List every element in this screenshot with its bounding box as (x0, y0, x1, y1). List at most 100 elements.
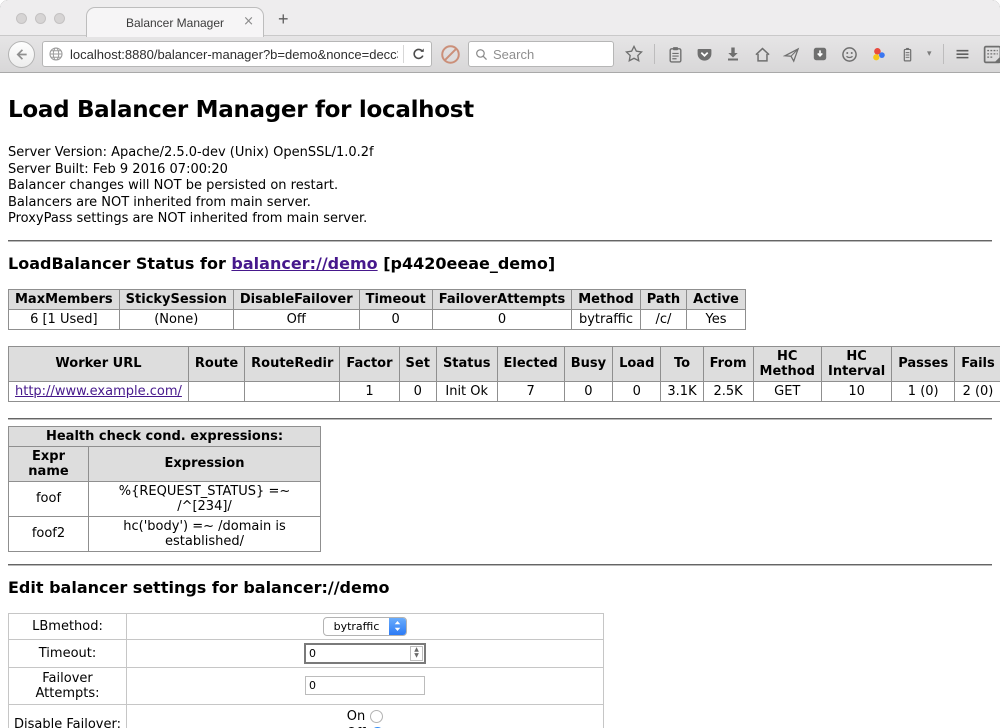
new-tab-button[interactable]: + (278, 9, 289, 30)
col-disablefailover: DisableFailover (233, 289, 359, 309)
divider (8, 418, 992, 420)
cell-maxmembers: 6 [1 Used] (9, 309, 120, 329)
tab-bar: Balancer Manager × + (0, 0, 1000, 36)
cell-status: Init Ok (436, 381, 497, 401)
health-check-table: Health check cond. expressions: Expr nam… (8, 426, 321, 552)
pocket-icon[interactable] (695, 45, 713, 63)
failover-off-option: Off (131, 725, 599, 728)
url-text[interactable]: localhost:8880/balancer-manager?b=demo&n… (70, 47, 398, 62)
bookmarks-sidebar-icon[interactable] (981, 43, 1000, 65)
off-label: Off (346, 725, 365, 728)
cell-busy: 0 (564, 381, 612, 401)
divider (8, 564, 992, 566)
cell-to: 3.1K (661, 381, 703, 401)
on-label: On (347, 708, 365, 725)
timeout-row: Timeout: 0 ▲▼ (9, 639, 604, 667)
downloads-icon[interactable] (724, 45, 742, 63)
edit-balancer-form: LBmethod: bytraffic Timeout: 0 ▲▼ (8, 613, 604, 728)
cell-disablefailover: Off (233, 309, 359, 329)
minimize-window-button[interactable] (35, 13, 46, 24)
col-failoverattempts: FailoverAttempts (432, 289, 572, 309)
col-hc-interval: HC Interval (821, 346, 891, 381)
cell-path: /c/ (640, 309, 686, 329)
col-to: To (661, 346, 703, 381)
balancer-summary-table: MaxMembers StickySession DisableFailover… (8, 289, 746, 330)
tab-close-icon[interactable]: × (243, 14, 254, 30)
lbmethod-label: LBmethod: (9, 613, 127, 639)
col-expression: Expression (89, 446, 321, 481)
balancer-summary-header-row: MaxMembers StickySession DisableFailover… (9, 289, 746, 309)
worker-url-link[interactable]: http://www.example.com/ (15, 384, 182, 399)
cell-from: 2.5K (703, 381, 753, 401)
cell-route (188, 381, 244, 401)
col-timeout: Timeout (359, 289, 432, 309)
col-elected: Elected (497, 346, 564, 381)
url-bar[interactable]: localhost:8880/balancer-manager?b=demo&n… (42, 41, 432, 67)
reload-icon[interactable] (409, 45, 427, 63)
col-status: Status (436, 346, 497, 381)
zoom-window-button[interactable] (54, 13, 65, 24)
back-button[interactable] (8, 41, 35, 68)
search-bar[interactable]: Search (468, 41, 614, 67)
health-row-foof2: foof2 hc('body') =~ /domain is establish… (9, 516, 321, 551)
tab-balancer-manager[interactable]: Balancer Manager × (86, 7, 264, 37)
failover-attempts-label: Failover Attempts: (9, 667, 127, 704)
disable-failover-row: Disable Failover: On Off (9, 704, 604, 728)
cell-expr-name-foof2: foof2 (9, 516, 89, 551)
timeout-input[interactable]: 0 ▲▼ (304, 643, 426, 664)
menu-hamburger-icon[interactable]: ≡ (955, 45, 971, 63)
battery-dropdown-caret-icon[interactable]: ▾ (927, 49, 932, 59)
number-spinner-icon[interactable]: ▲▼ (410, 646, 423, 661)
chat-smiley-icon[interactable] (840, 45, 858, 63)
col-load: Load (613, 346, 661, 381)
col-stickysession: StickySession (119, 289, 233, 309)
firefox-account-dots-icon[interactable] (869, 45, 887, 63)
site-identity-globe-icon[interactable] (47, 45, 65, 63)
cell-fails: 2 (0) (955, 381, 1000, 401)
close-window-button[interactable] (16, 13, 27, 24)
save-page-icon[interactable] (811, 45, 829, 63)
failover-on-option: On (131, 708, 599, 725)
battery-icon[interactable] (898, 45, 916, 63)
reading-list-icon[interactable] (666, 45, 684, 63)
cell-set: 0 (399, 381, 436, 401)
cell-expression-foof: %{REQUEST_STATUS} =~ /^[234]/ (89, 481, 321, 516)
lbmethod-select[interactable]: bytraffic (323, 617, 408, 636)
urlbar-divider (403, 45, 404, 63)
window-controls[interactable] (16, 13, 65, 24)
bookmark-star-icon[interactable] (625, 45, 643, 63)
health-row-foof: foof %{REQUEST_STATUS} =~ /^[234]/ (9, 481, 321, 516)
toolbar-icons: ▾ ≡ (625, 43, 1000, 65)
failover-attempts-input[interactable] (305, 676, 425, 695)
col-worker-url: Worker URL (9, 346, 189, 381)
send-tab-icon[interactable] (782, 45, 800, 63)
col-active: Active (687, 289, 746, 309)
tab-title: Balancer Manager (126, 16, 224, 30)
cell-factor: 1 (340, 381, 399, 401)
lbmethod-row: LBmethod: bytraffic (9, 613, 604, 639)
home-icon[interactable] (753, 45, 771, 63)
failover-on-radio[interactable] (370, 710, 383, 723)
search-placeholder: Search (493, 47, 534, 62)
page-title: Load Balancer Manager for localhost (8, 97, 992, 123)
col-maxmembers: MaxMembers (9, 289, 120, 309)
timeout-value: 0 (306, 647, 410, 660)
worker-table: Worker URL Route RouteRedir Factor Set S… (8, 346, 1000, 402)
note-persist: Balancer changes will NOT be persisted o… (8, 178, 992, 195)
cell-hc-method: GET (753, 381, 821, 401)
balancer-demo-link[interactable]: balancer://demo (231, 254, 377, 273)
health-title-row: Health check cond. expressions: (9, 426, 321, 446)
select-arrows-icon (389, 618, 406, 635)
status-heading-prefix: LoadBalancer Status for (8, 254, 231, 273)
health-table-title: Health check cond. expressions: (9, 426, 321, 446)
status-heading: LoadBalancer Status for balancer://demo … (8, 254, 992, 273)
col-fails: Fails (955, 346, 1000, 381)
cell-active: Yes (687, 309, 746, 329)
lbmethod-selected-value: bytraffic (324, 618, 390, 635)
server-version: Server Version: Apache/2.5.0-dev (Unix) … (8, 145, 992, 162)
cell-hc-interval: 10 (821, 381, 891, 401)
col-routeredir: RouteRedir (245, 346, 340, 381)
blocked-content-icon[interactable] (439, 43, 461, 65)
cell-elected: 7 (497, 381, 564, 401)
browser-window: Balancer Manager × + localhost:8880/bala… (0, 0, 1000, 728)
